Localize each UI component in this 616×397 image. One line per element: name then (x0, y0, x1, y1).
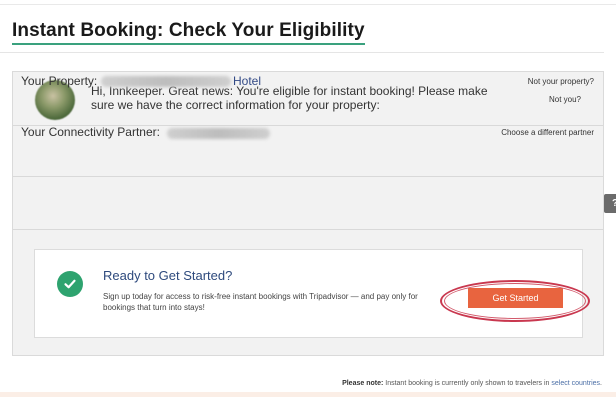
footnote: Please note: Instant booking is currentl… (342, 380, 602, 387)
not-you-link[interactable]: Not you? (549, 95, 581, 104)
eligibility-panel: Hi, Innkeeper. Great news: You're eligib… (12, 71, 616, 356)
bottom-band (0, 392, 616, 397)
get-started-button[interactable]: Get Started (468, 288, 563, 308)
footnote-text: Instant booking is currently only shown … (383, 380, 552, 387)
partner-label: Your Connectivity Partner: (21, 125, 160, 139)
check-circle-icon (57, 271, 83, 297)
redacted-partner-name (167, 128, 270, 139)
page-title: Instant Booking: Check Your Eligibility (12, 20, 365, 45)
footnote-suffix: . (600, 380, 602, 387)
title-divider (0, 52, 604, 53)
property-label: Your Property: (21, 74, 98, 88)
partner-row (13, 177, 603, 230)
redacted-property-name (101, 76, 231, 87)
ready-card-title: Ready to Get Started? (103, 268, 233, 283)
select-countries-link[interactable]: select countries (551, 380, 600, 387)
greeting-message: Hi, Innkeeper. Great news: You're eligib… (91, 84, 488, 112)
property-name-suffix: Hotel (233, 74, 262, 88)
choose-partner-link[interactable]: Choose a different partner (501, 128, 594, 137)
not-your-property-link[interactable]: Not your property? (528, 77, 594, 86)
help-button[interactable]: ? (604, 194, 616, 213)
footnote-prefix: Please note: (342, 380, 384, 387)
top-divider (0, 4, 616, 5)
ready-card-description: Sign up today for access to risk-free in… (103, 292, 418, 312)
ready-card: Ready to Get Started? Sign up today for … (34, 249, 590, 338)
